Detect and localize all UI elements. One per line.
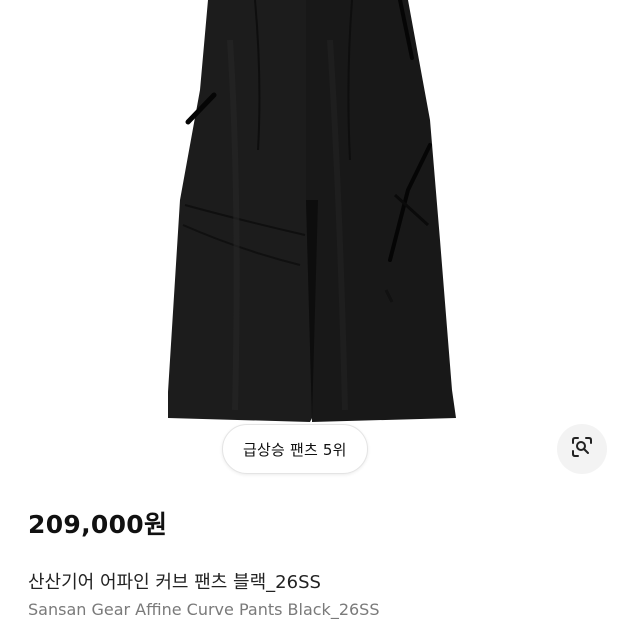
pants-illustration <box>168 0 456 422</box>
product-title-english[interactable]: Sansan Gear Affine Curve Pants Black_26S… <box>28 600 379 619</box>
rank-badge-label: 급상승 팬츠 5위 <box>243 440 347 459</box>
product-price: 209,000원 <box>28 510 168 539</box>
visual-search-icon <box>570 435 594 463</box>
product-image[interactable] <box>0 0 620 470</box>
visual-search-button[interactable] <box>557 424 607 474</box>
product-title-korean[interactable]: 산산기어 어파인 커브 팬츠 블랙_26SS <box>28 568 321 594</box>
trending-rank-badge[interactable]: 급상승 팬츠 5위 <box>222 424 368 474</box>
